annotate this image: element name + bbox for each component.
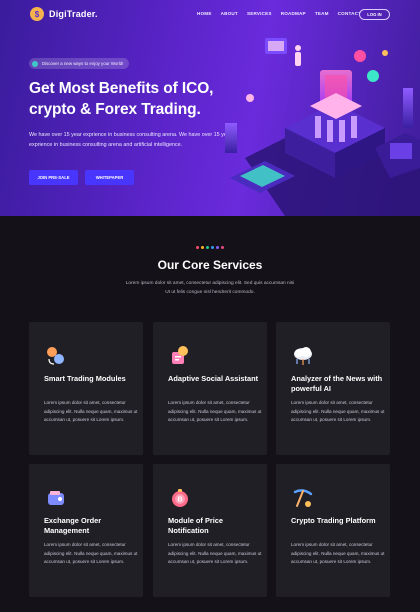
nav-contact[interactable]: CONTACT	[338, 11, 362, 16]
nav-roadmap[interactable]: ROADMAP	[281, 11, 306, 16]
card-text: Lorem ipsum dolor sit amet, consectetur …	[168, 400, 262, 422]
card-text: Lorem ipsum dolor sit amet, consectetur …	[291, 400, 385, 422]
section-dots-decoration	[196, 246, 224, 249]
pickaxe-mining-icon	[293, 489, 313, 507]
main-menu: HOME ABOUT SERVICES ROADMAP TEAM CONTACT	[197, 11, 361, 16]
globe-icon	[32, 60, 38, 67]
brand-logo[interactable]: $ DigiTrader.	[30, 7, 98, 21]
card-text: Lorem ipsum dolor sit amet, consectetur …	[44, 542, 138, 564]
hero-section: $ DigiTrader. HOME ABOUT SERVICES ROADMA…	[0, 0, 420, 216]
price-notification-icon: B	[172, 489, 188, 507]
nav-home[interactable]: HOME	[197, 11, 212, 16]
whitepaper-button[interactable]: WHITEPAPER	[85, 170, 134, 185]
nav-team[interactable]: TEAM	[315, 11, 329, 16]
card-title: Exchange Order Management	[44, 516, 102, 535]
service-card[interactable]: Exchange Order Management Lorem ipsum do…	[29, 464, 143, 597]
login-button[interactable]: LOG IN	[359, 9, 390, 20]
nav-services[interactable]: SERVICES	[247, 11, 272, 16]
cloud-network-icon	[294, 347, 312, 365]
nav-about[interactable]: ABOUT	[221, 11, 238, 16]
announcement-text: Discover a new ways to enjoy your World!	[42, 61, 124, 66]
card-title: Module of Price Notification	[168, 516, 224, 535]
card-text: Lorem ipsum dolor sit amet, consectetur …	[44, 400, 138, 422]
service-card[interactable]: B Module of Price Notification Lorem ips…	[153, 464, 267, 597]
brand-name: DigiTrader.	[49, 9, 98, 19]
service-card[interactable]: Adaptive Social Assistant Lorem ipsum do…	[153, 322, 267, 455]
services-description: Lorem ipsum dolor sit amet, consectetur …	[125, 281, 295, 295]
dot	[206, 246, 209, 249]
dot	[221, 246, 224, 249]
service-card[interactable]: Crypto Trading Platform Lorem ipsum dolo…	[276, 464, 390, 597]
svg-text:B: B	[177, 497, 182, 504]
dot	[211, 246, 214, 249]
isometric-crypto-illustration	[225, 38, 420, 216]
trading-modules-icon	[47, 347, 64, 365]
card-title: Adaptive Social Assistant	[168, 374, 259, 383]
card-title: Analyzer of the News with powerful AI	[291, 374, 383, 393]
service-card[interactable]: Analyzer of the News with powerful AI Lo…	[276, 322, 390, 455]
dot	[201, 246, 204, 249]
coin-logo-icon: $	[30, 7, 44, 21]
card-text: Lorem ipsum dolor sit amet, consectetur …	[291, 542, 385, 564]
social-assistant-icon	[172, 346, 188, 364]
hero-description: We have over 15 year exprience in busine…	[29, 132, 232, 148]
hero-title: Get Most Benefits of ICO, crypto & Forex…	[29, 80, 214, 118]
dot	[216, 246, 219, 249]
services-title: Our Core Services	[157, 258, 263, 272]
join-presale-button[interactable]: JOIN PRE-SALE	[29, 170, 78, 185]
announcement-pill[interactable]: Discover a new ways to enjoy your World!	[29, 58, 130, 69]
card-title: Smart Trading Modules	[44, 374, 126, 383]
card-title: Crypto Trading Platform	[291, 516, 376, 525]
service-card[interactable]: Smart Trading Modules Lorem ipsum dolor …	[29, 322, 143, 455]
top-navigation: $ DigiTrader. HOME ABOUT SERVICES ROADMA…	[0, 0, 420, 30]
wallet-icon	[48, 491, 64, 505]
card-text: Lorem ipsum dolor sit amet, consectetur …	[168, 542, 262, 564]
dot	[196, 246, 199, 249]
